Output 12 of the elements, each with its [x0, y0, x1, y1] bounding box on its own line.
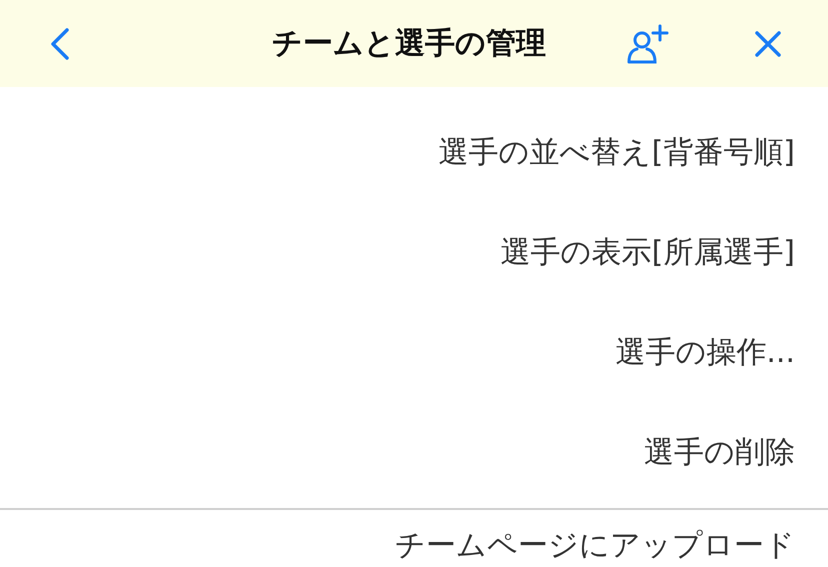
menu-item[interactable]: 選手の表示[所属選手] [500, 232, 795, 272]
menu-item[interactable]: チームページにアップロード [395, 525, 795, 566]
close-button[interactable] [754, 30, 782, 58]
chevron-left-icon [49, 26, 71, 60]
back-button[interactable] [49, 26, 71, 60]
menu-item[interactable]: 選手の並べ替え[背番号順] [438, 132, 795, 172]
menu-item[interactable]: 選手の操作... [615, 332, 795, 372]
close-icon [754, 30, 782, 58]
person-plus-icon [626, 22, 670, 64]
add-person-button[interactable] [626, 22, 670, 64]
menu-item[interactable]: 選手の削除 [644, 432, 795, 472]
screen-title: チームと選手の管理 [271, 25, 546, 63]
